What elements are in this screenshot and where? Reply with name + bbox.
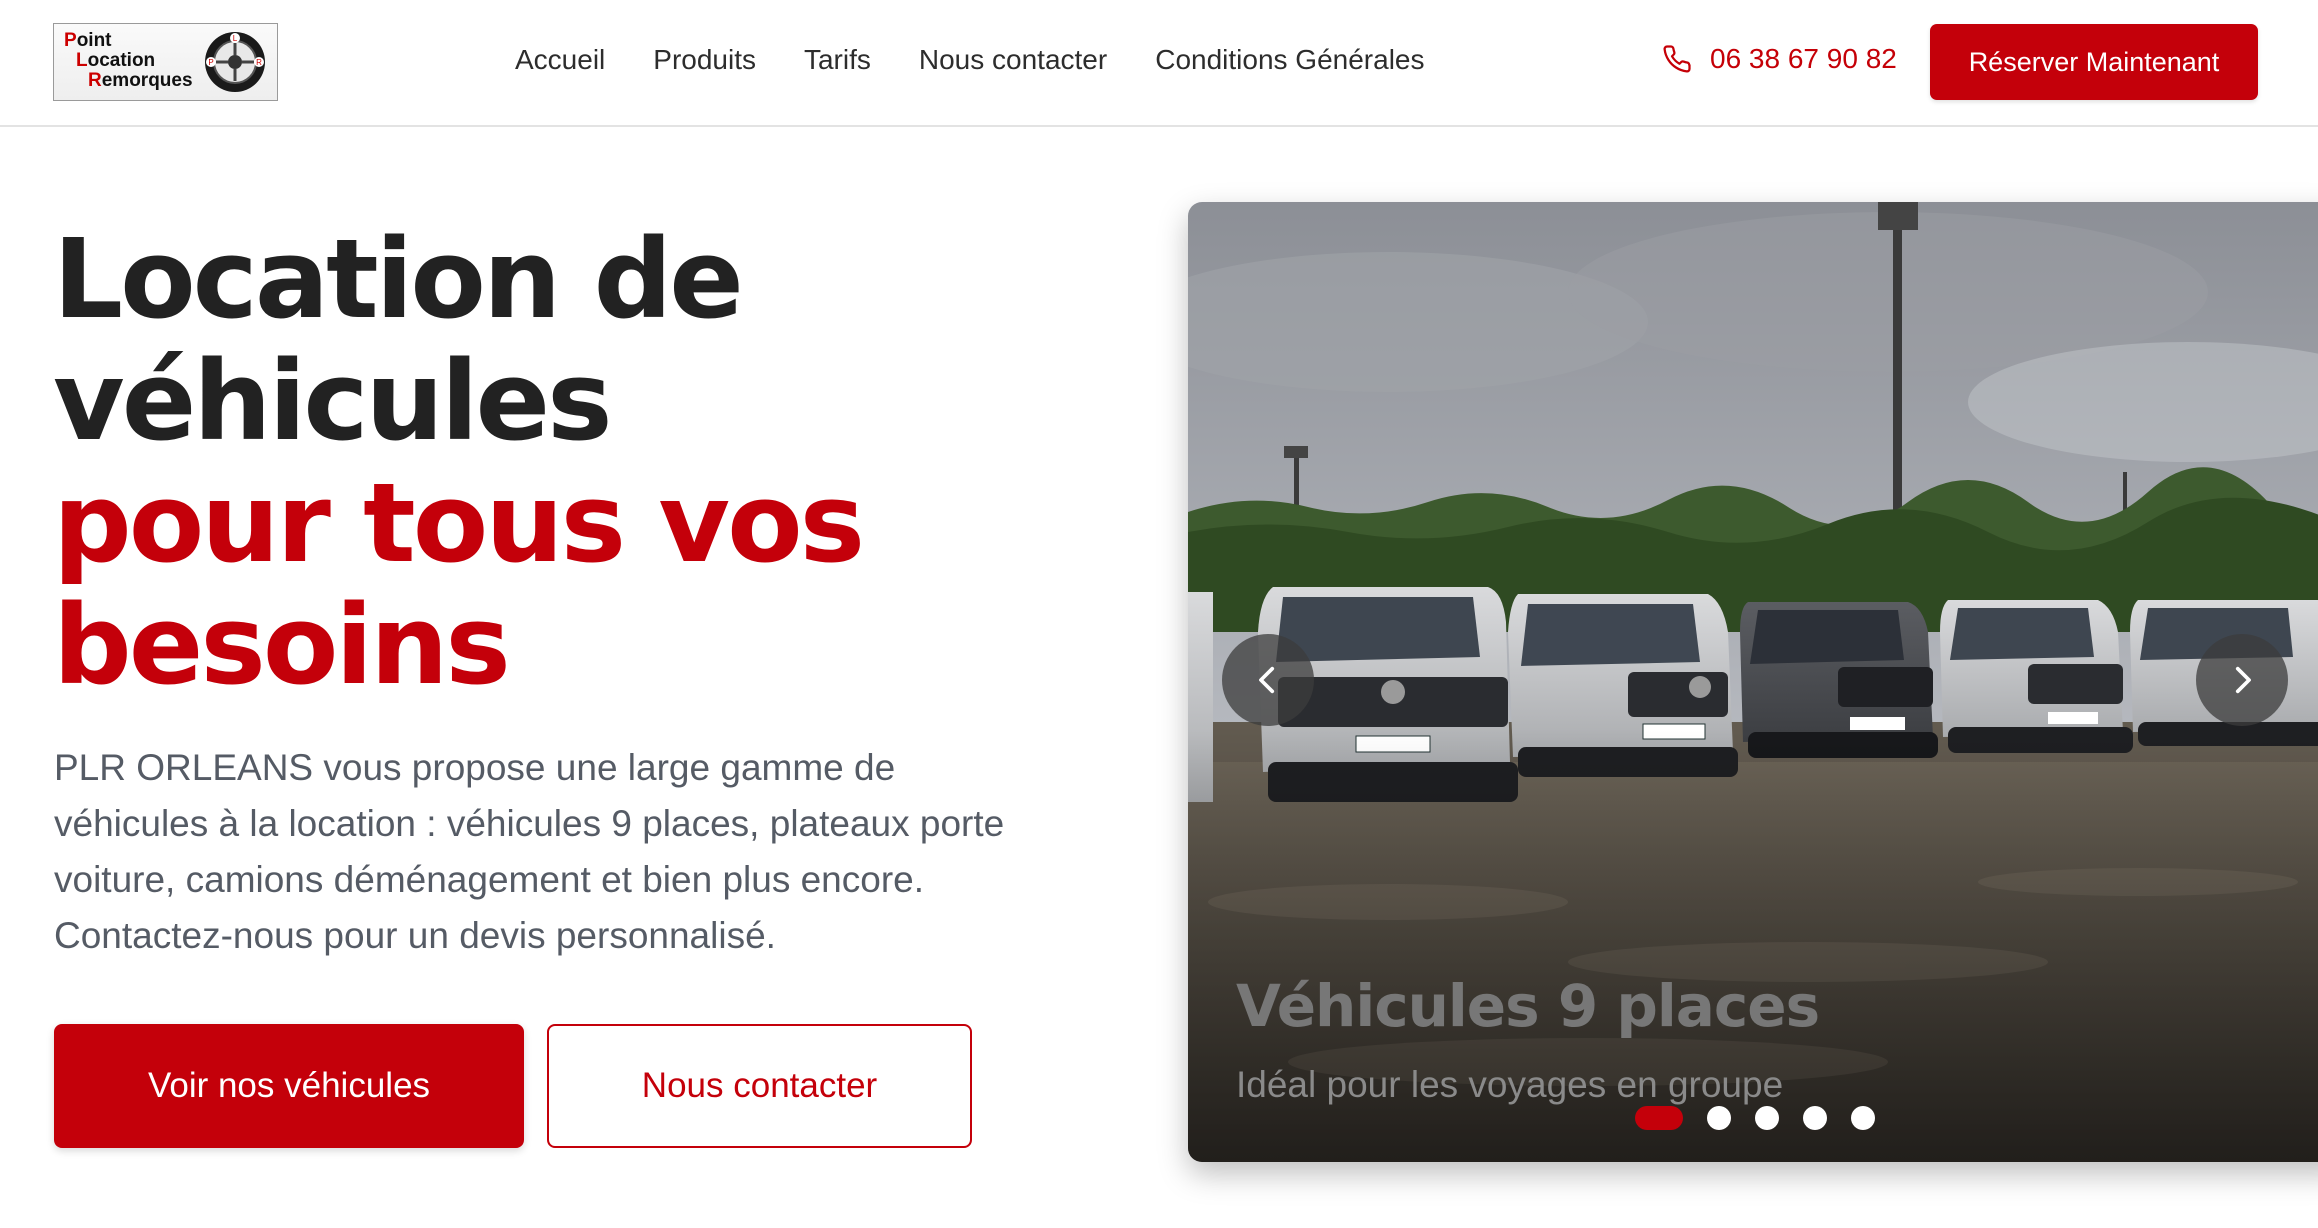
chevron-right-icon [2235, 666, 2251, 694]
slide-subtitle: Idéal pour les voyages en groupe [1236, 1064, 1784, 1105]
hero-description: PLR ORLEANS vous propose une large gamme… [54, 747, 1005, 956]
logo-line1-rest: oint [76, 30, 112, 51]
reserve-now-button[interactable]: Réserver Maintenant [1930, 24, 2258, 100]
chevron-left-icon [1259, 666, 1275, 694]
nav-conditions-generales[interactable]: Conditions Générales [1155, 44, 1424, 76]
wheel-letter-right: R [256, 58, 262, 67]
hero-title: Location de véhicules pour tous vos beso… [53, 218, 1103, 706]
logo-line2-rest: ocation [87, 50, 156, 71]
carousel-indicators [1635, 1106, 1899, 1130]
phone-link[interactable]: 06 38 67 90 82 [1662, 43, 1897, 75]
contact-us-button[interactable]: Nous contacter [547, 1024, 972, 1148]
logo-text: Point Location Remorques [64, 30, 193, 91]
carousel-dot-4[interactable] [1803, 1106, 1827, 1130]
carousel-next-button[interactable] [2196, 634, 2288, 726]
wheel-letter-left: P [208, 58, 213, 67]
carousel-dot-3[interactable] [1755, 1106, 1779, 1130]
hero-carousel: Véhicules 9 places Idéal pour les voyage… [1188, 202, 2318, 1162]
phone-icon [1663, 45, 1691, 73]
carousel-dot-5[interactable] [1851, 1106, 1875, 1130]
carousel-prev-button[interactable] [1222, 634, 1314, 726]
nav-accueil[interactable]: Accueil [515, 44, 605, 76]
hero-title-line1: Location de [53, 215, 744, 343]
wheel-icon: L P R [205, 32, 265, 92]
hero-title-line2: véhicules [53, 337, 613, 465]
view-vehicles-button[interactable]: Voir nos véhicules [54, 1024, 524, 1148]
phone-number: 06 38 67 90 82 [1710, 43, 1897, 74]
nav-produits[interactable]: Produits [653, 44, 756, 76]
slide-title: Véhicules 9 places [1236, 972, 1820, 1040]
carousel-dot-2[interactable] [1707, 1106, 1731, 1130]
nav-tarifs[interactable]: Tarifs [804, 44, 871, 76]
hero-title-line3: pour tous vos [53, 459, 865, 587]
carousel-dot-1[interactable] [1635, 1106, 1683, 1130]
hero-title-line4: besoins [53, 581, 511, 709]
nav-nous-contacter[interactable]: Nous contacter [919, 44, 1107, 76]
logo-line3-rest: emorques [101, 70, 193, 91]
main-nav: Accueil Produits Tarifs Nous contacter C… [515, 44, 1473, 76]
site-header: Point Location Remorques L P R Accueil P… [0, 0, 2318, 127]
wheel-letter-top: L [233, 34, 238, 43]
logo[interactable]: Point Location Remorques L P R [53, 23, 278, 101]
